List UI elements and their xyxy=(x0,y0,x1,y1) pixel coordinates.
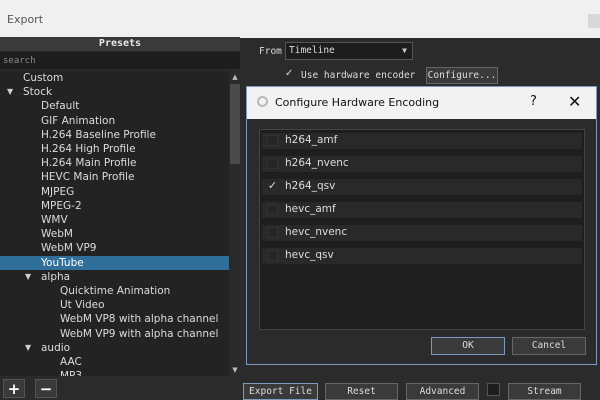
add-preset-button[interactable]: + xyxy=(3,379,25,398)
encoder-list-item[interactable]: hevc_nvenc xyxy=(262,225,582,241)
preset-tree-item-label: WebM VP9 xyxy=(41,242,97,255)
preset-tree-item[interactable]: AAC xyxy=(0,355,229,369)
preset-tree-item-label: Custom xyxy=(23,72,64,84)
preset-tree: Custom ▼ Stock Default GIF Animation H.264 Ba… xyxy=(0,71,229,376)
encoder-label: hevc_nvenc xyxy=(285,226,348,238)
preset-tree-item-label: Quicktime Animation xyxy=(60,285,171,297)
configure-button[interactable]: Configure... xyxy=(426,67,498,84)
preset-tree-item-label: HEVC Main Profile xyxy=(41,171,135,184)
preset-tree-item[interactable]: WebM VP9 with alpha channel xyxy=(0,327,229,341)
encoder-list-item[interactable]: h264_amf xyxy=(262,133,582,149)
encoder-checkbox[interactable] xyxy=(267,204,278,215)
preset-tree-item-label: WebM VP9 with alpha channel xyxy=(60,327,219,340)
export-file-button[interactable]: Export File xyxy=(243,383,318,400)
preset-tree-item-label: audio xyxy=(41,341,71,354)
preset-tree-item[interactable]: Ut Video xyxy=(0,298,229,312)
preset-tree-item[interactable]: MP3 xyxy=(0,369,229,376)
encoder-checkbox[interactable] xyxy=(267,135,278,146)
encoder-label: hevc_qsv xyxy=(285,249,334,261)
preset-tree-item[interactable]: YouTube xyxy=(0,255,229,270)
encoder-label: h264_qsv xyxy=(285,180,336,192)
preset-tree-item[interactable]: ▼ Stock xyxy=(0,85,229,99)
preset-tree-item-label: Ut Video xyxy=(60,299,105,312)
preset-tree-item-label: MJPEG xyxy=(41,185,75,198)
from-select[interactable]: Timeline ▼ xyxy=(285,42,413,60)
hardware-encoder-checkbox[interactable]: ✓ xyxy=(285,68,293,79)
dialog-titlebar: Configure Hardware Encoding ? ✕ xyxy=(247,87,596,119)
preset-tree-item[interactable]: WebM xyxy=(0,227,229,241)
preset-tree-item[interactable]: HEVC Main Profile xyxy=(0,170,229,184)
preset-tree-scrollbar[interactable]: ▲ ▼ xyxy=(229,71,241,376)
preset-tree-item[interactable]: MJPEG xyxy=(0,185,229,199)
preset-tree-item-label: WebM VP8 with alpha channel xyxy=(60,313,219,326)
configure-hardware-encoding-dialog: Configure Hardware Encoding ? ✕ h264_amf… xyxy=(246,86,597,365)
preset-tree-item[interactable]: Quicktime Animation xyxy=(0,284,229,298)
encoder-checkbox[interactable] xyxy=(267,227,278,238)
preset-tree-item-label: H.264 Baseline Profile xyxy=(41,128,156,141)
from-select-value: Timeline xyxy=(289,45,335,56)
chevron-down-icon: ▼ xyxy=(402,46,407,55)
close-button[interactable]: ✕ xyxy=(568,92,581,111)
from-label: From xyxy=(259,46,282,57)
preset-tree-item-label: YouTube xyxy=(41,256,84,269)
preset-tree-item-label: GIF Animation xyxy=(41,114,116,127)
remove-preset-button[interactable]: − xyxy=(35,379,57,398)
scroll-up-icon[interactable]: ▲ xyxy=(229,71,241,83)
preset-tree-item-label: alpha xyxy=(41,270,71,283)
expand-arrow-icon[interactable]: ▼ xyxy=(25,270,31,284)
cancel-button[interactable]: Cancel xyxy=(512,337,586,355)
preset-tree-item[interactable]: MPEG-2 xyxy=(0,199,229,213)
encoder-checkbox[interactable] xyxy=(267,158,278,169)
preset-tree-item-label: H.264 Main Profile xyxy=(41,157,137,170)
hardware-encoder-label: Use hardware encoder xyxy=(301,70,416,81)
preset-tree-item-label: MP3 xyxy=(60,369,82,376)
expand-arrow-icon[interactable]: ▼ xyxy=(25,341,31,355)
preset-tree-item[interactable]: ▼ audio xyxy=(0,341,229,355)
encoder-list-item[interactable]: h264_nvenc xyxy=(262,156,582,172)
encoder-list-item[interactable]: ✓ h264_qsv xyxy=(262,179,582,195)
ok-button[interactable]: OK xyxy=(431,337,505,355)
encoder-list: h264_amf h264_nvenc ✓ h264_qsv hevc_amf hevc_… xyxy=(259,129,585,330)
preset-tree-item-label: AAC xyxy=(60,356,82,368)
scroll-thumb[interactable] xyxy=(230,84,240,164)
preset-tree-item-label: MPEG-2 xyxy=(41,199,82,212)
preset-tree-item-label: WebM xyxy=(41,228,73,241)
expand-arrow-icon[interactable]: ▼ xyxy=(7,85,13,99)
encoder-checkbox[interactable]: ✓ xyxy=(267,180,278,192)
window-control-button[interactable] xyxy=(588,14,600,28)
preset-tree-item[interactable]: GIF Animation xyxy=(0,114,229,128)
preset-tree-item-label: WMV xyxy=(41,214,68,226)
encoder-label: hevc_amf xyxy=(285,203,336,215)
app-gear-icon xyxy=(257,96,268,107)
preset-tree-item[interactable]: H.264 Main Profile xyxy=(0,156,229,170)
encoder-checkbox[interactable] xyxy=(267,250,278,261)
stream-button[interactable]: Stream xyxy=(508,383,581,400)
scroll-down-icon[interactable]: ▼ xyxy=(229,364,241,376)
preset-tree-item[interactable]: Default xyxy=(0,99,229,113)
preset-tree-item[interactable]: WebM VP9 xyxy=(0,241,229,255)
encoder-list-item[interactable]: hevc_qsv xyxy=(262,248,582,264)
dialog-title: Configure Hardware Encoding xyxy=(275,96,440,109)
preset-tree-item[interactable]: ▼ alpha xyxy=(0,270,229,284)
preset-tree-item-label: H.264 High Profile xyxy=(41,143,136,155)
preset-tree-item[interactable]: H.264 High Profile xyxy=(0,142,229,156)
preset-tree-item[interactable]: H.264 Baseline Profile xyxy=(0,128,229,142)
window-title: Export xyxy=(7,13,44,26)
preset-tree-item[interactable]: WMV xyxy=(0,213,229,227)
window-titlebar: Export xyxy=(0,0,600,38)
encoder-label: h264_amf xyxy=(285,134,338,146)
stream-checkbox[interactable] xyxy=(487,383,500,396)
preset-tree-item[interactable]: WebM VP8 with alpha channel xyxy=(0,312,229,326)
preset-tree-item[interactable]: Custom xyxy=(0,71,229,85)
help-button[interactable]: ? xyxy=(530,94,537,109)
preset-search-input[interactable] xyxy=(0,52,240,69)
presets-header: Presets xyxy=(0,37,240,51)
reset-button[interactable]: Reset xyxy=(325,383,398,400)
encoder-list-item[interactable]: hevc_amf xyxy=(262,202,582,218)
advanced-button[interactable]: Advanced xyxy=(406,383,479,400)
encoder-label: h264_nvenc xyxy=(285,157,349,169)
preset-tree-item-label: Default xyxy=(41,100,80,113)
preset-tree-item-label: Stock xyxy=(23,86,53,99)
